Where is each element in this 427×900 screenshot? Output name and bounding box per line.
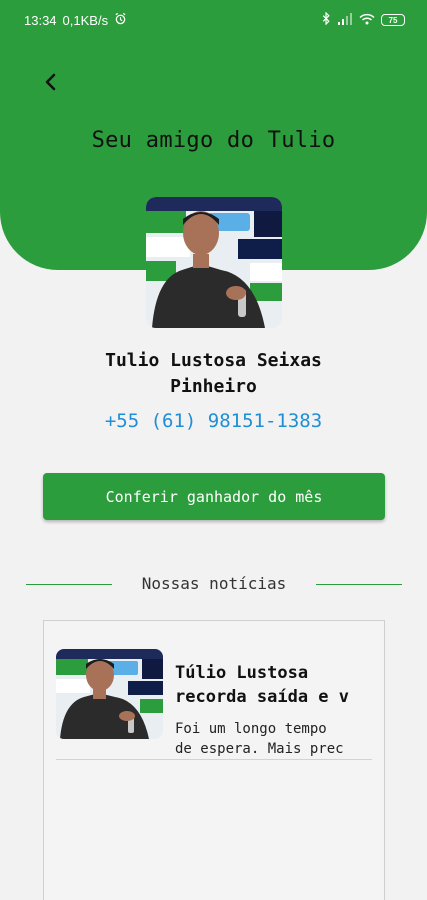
profile-name-line1: Tulio Lustosa Seixas xyxy=(105,350,322,371)
news-thumbnail xyxy=(56,649,163,739)
profile-name: Tulio Lustosa Seixas Pinheiro xyxy=(60,348,367,400)
news-title-line1: Túlio Lustosa xyxy=(175,663,309,683)
news-excerpt: Foi um longo tempo de espera. Mais prec xyxy=(175,719,374,759)
news-excerpt-line2: de espera. Mais prec xyxy=(175,741,344,757)
back-button[interactable] xyxy=(34,68,66,100)
avatar xyxy=(146,197,282,328)
status-right: 75 xyxy=(322,11,405,28)
signal-icon xyxy=(337,12,353,28)
status-time: 13:34 xyxy=(24,12,57,28)
status-bar: 13:34 0,1KB/s 75 xyxy=(0,0,427,40)
chevron-left-icon xyxy=(43,72,57,96)
profile-phone[interactable]: +55 (61) 98151-1383 xyxy=(0,410,427,432)
section-divider-right xyxy=(316,584,402,585)
news-section-title: Nossas notícias xyxy=(141,574,287,593)
profile-name-line2: Pinheiro xyxy=(170,376,257,397)
news-excerpt-line1: Foi um longo tempo xyxy=(175,721,327,737)
news-item[interactable]: Túlio Lustosa recorda saída e v Foi um l… xyxy=(56,649,374,761)
news-separator xyxy=(56,759,372,760)
check-winner-button[interactable]: Conferir ganhador do mês xyxy=(43,473,385,520)
news-card: Túlio Lustosa recorda saída e v Foi um l… xyxy=(43,620,385,900)
alarm-icon xyxy=(114,12,127,28)
battery-icon: 75 xyxy=(381,14,405,26)
bluetooth-icon xyxy=(322,11,331,28)
news-title-line2: recorda saída e v xyxy=(175,687,349,707)
page-title: Seu amigo do Tulio xyxy=(91,128,336,153)
section-divider-left xyxy=(26,584,112,585)
status-left: 13:34 0,1KB/s xyxy=(24,12,127,28)
news-title: Túlio Lustosa recorda saída e v xyxy=(175,661,374,709)
status-speed: 0,1KB/s xyxy=(62,12,109,28)
wifi-icon xyxy=(359,13,375,28)
